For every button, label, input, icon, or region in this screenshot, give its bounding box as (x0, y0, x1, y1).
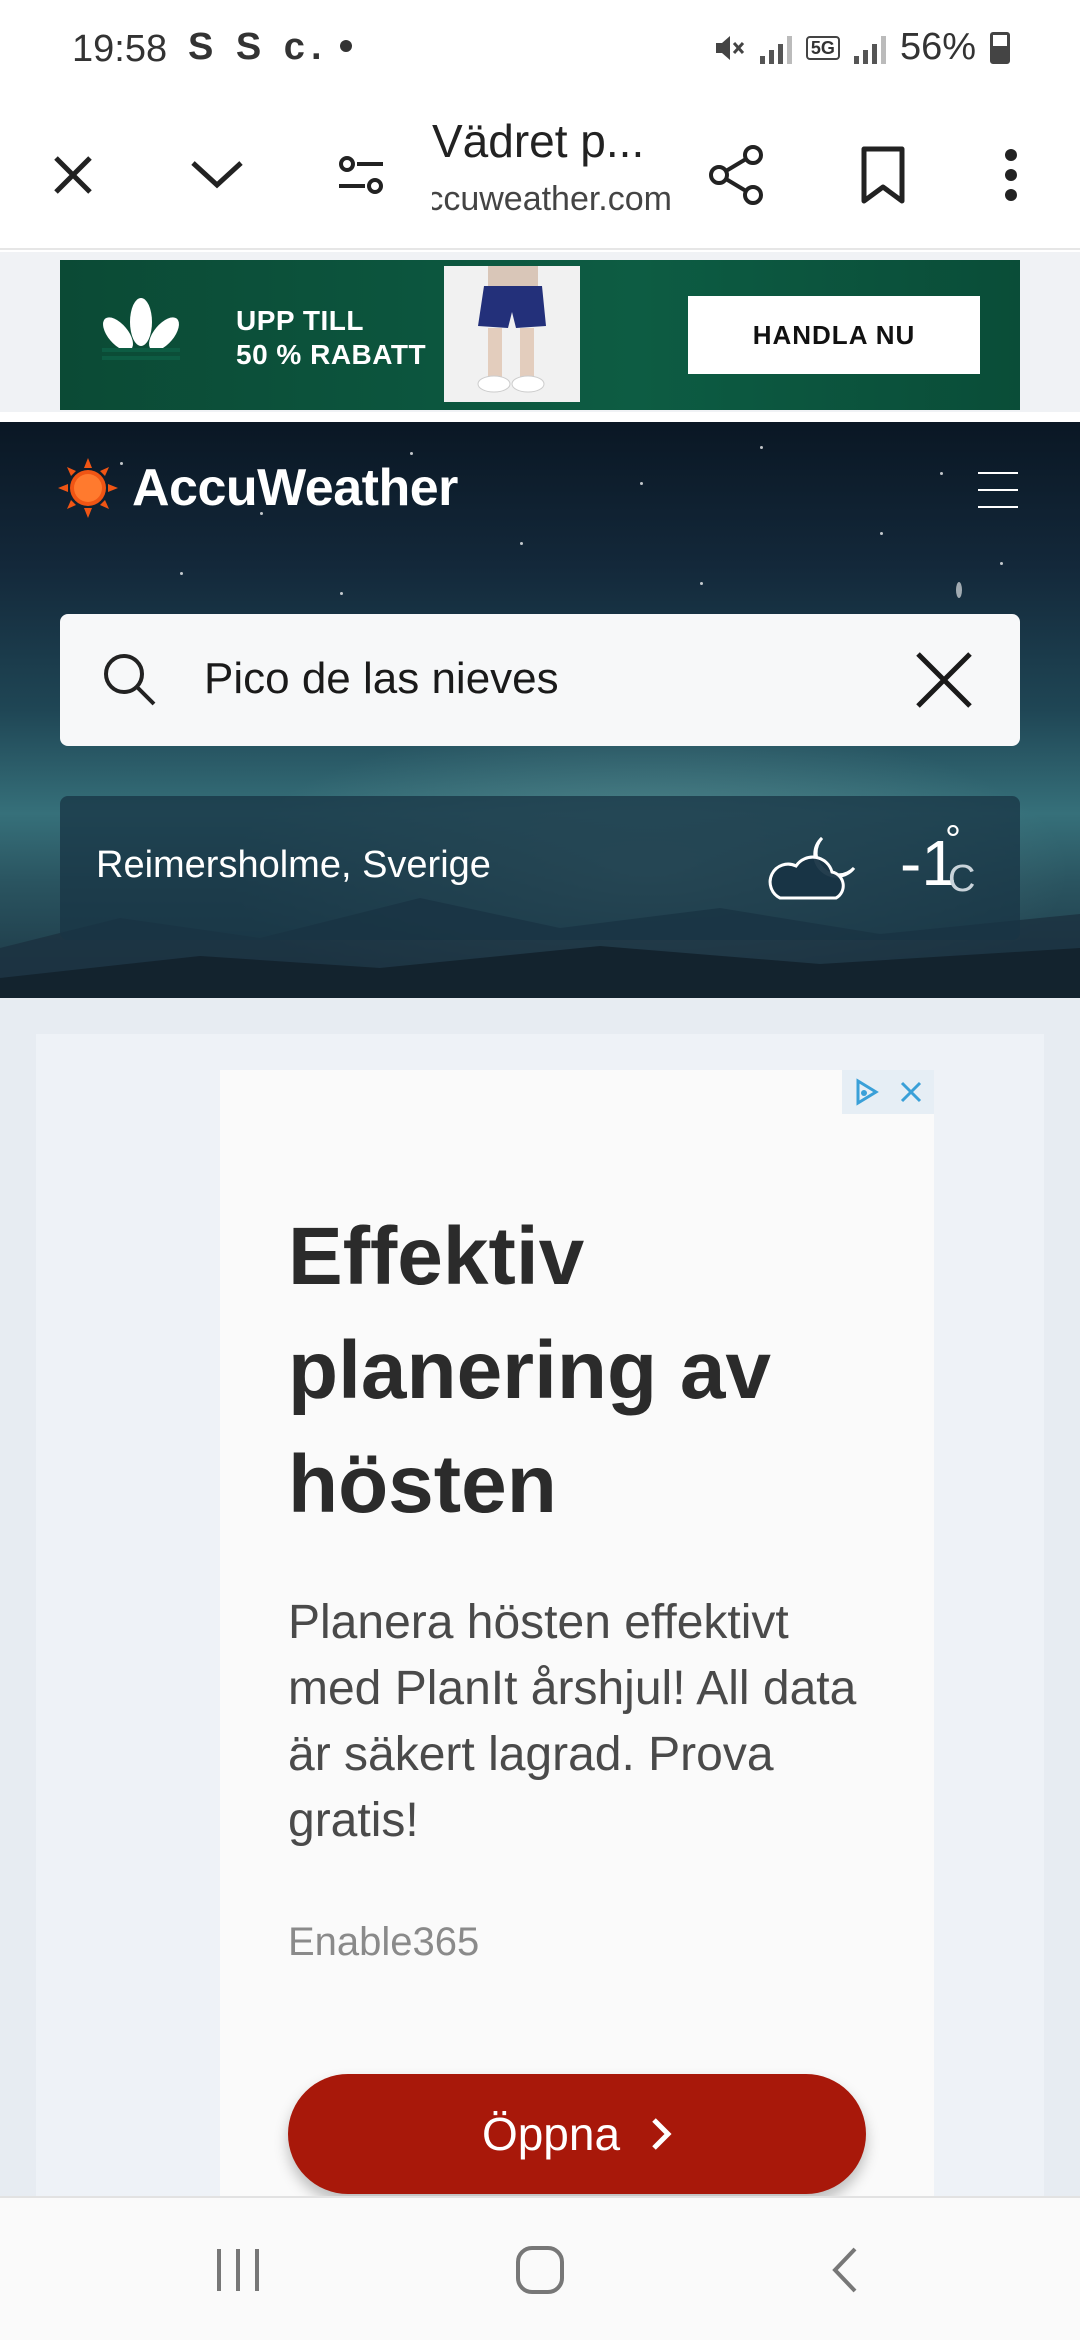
ad-choices (842, 1070, 934, 1114)
page-settings-icon[interactable] (316, 130, 406, 220)
ad-headline: Effektiv planering av hösten (288, 1211, 772, 1530)
bookmark-icon[interactable] (838, 130, 928, 220)
battery-icon (990, 31, 1010, 64)
partly-cloudy-night-icon (766, 832, 862, 909)
main-content: Effektiv planering av hösten Planera hös… (0, 998, 1080, 2232)
notification-icons: S S c. (188, 26, 328, 68)
chevron-right-icon (652, 2118, 672, 2150)
close-icon[interactable] (28, 130, 118, 220)
page-url[interactable]: accuweather.com (432, 180, 672, 219)
accuweather-header: AccuWeather Pico de las nieves Reimersho… (0, 422, 1080, 998)
location-name: Reimersholme, Sverige (96, 844, 491, 886)
ad-container: Effektiv planering av hösten Planera hös… (36, 1034, 1044, 2232)
current-location-card[interactable]: Reimersholme, Sverige -1 ° C (60, 796, 1020, 940)
top-ad-line2: 50 % RABATT (236, 339, 427, 370)
accuweather-logo[interactable]: AccuWeather (58, 458, 458, 518)
status-bar: 19:58 S S c. 5G 56% (0, 0, 1080, 100)
sun-logo-icon (58, 458, 118, 518)
signal-icon-2 (853, 32, 886, 64)
ad-card[interactable]: Effektiv planering av hösten Planera hös… (220, 1070, 934, 2232)
home-icon[interactable] (500, 2238, 580, 2302)
network-badge: 5G (805, 35, 840, 60)
ad-brand: Enable365 (288, 1920, 480, 1964)
signal-icon (759, 32, 792, 64)
page-title[interactable]: Vädret p... (432, 114, 644, 168)
menu-icon[interactable] (978, 472, 1018, 508)
degree-symbol: ° (945, 818, 961, 862)
top-ad-cta-button[interactable]: HANDLA NU (688, 296, 980, 374)
system-nav-bar (0, 2196, 1080, 2340)
status-right: 5G 56% (712, 26, 1010, 69)
ad-body: Planera hösten effektivt med PlanIt årsh… (288, 1596, 857, 1847)
trefoil-logo-icon (96, 296, 186, 377)
temperature-unit: C (948, 858, 976, 900)
share-icon[interactable] (692, 130, 782, 220)
open-ad-label: Öppna (481, 2108, 621, 2160)
chevron-down-icon[interactable] (172, 130, 262, 220)
open-ad-button[interactable]: Öppna (288, 2074, 866, 2194)
more-icon[interactable] (966, 130, 1056, 220)
top-ad-text: UPP TILL 50 % RABATT (236, 304, 426, 372)
recent-apps-icon[interactable] (198, 2238, 278, 2302)
browser-toolbar: Vädret p... accuweather.com (0, 100, 1080, 250)
search-input[interactable]: Pico de las nieves (60, 614, 1020, 746)
product-photo (444, 266, 580, 402)
search-value[interactable]: Pico de las nieves (204, 654, 559, 704)
top-ad-container: UPP TILL 50 % RABATT HANDLA NU (0, 252, 1080, 412)
close-ad-icon[interactable] (888, 1070, 934, 1114)
top-ad-banner[interactable]: UPP TILL 50 % RABATT HANDLA NU (60, 260, 1020, 410)
notification-dot-icon (340, 40, 352, 52)
adchoices-icon[interactable] (842, 1070, 888, 1114)
top-ad-line1: UPP TILL (236, 305, 364, 336)
clear-search-icon[interactable] (912, 648, 976, 712)
logo-text: AccuWeather (132, 459, 458, 517)
mute-icon (715, 35, 745, 60)
status-time: 19:58 (72, 28, 168, 70)
back-icon[interactable] (804, 2238, 884, 2302)
search-icon (100, 650, 160, 715)
battery-percent: 56% (899, 26, 976, 68)
